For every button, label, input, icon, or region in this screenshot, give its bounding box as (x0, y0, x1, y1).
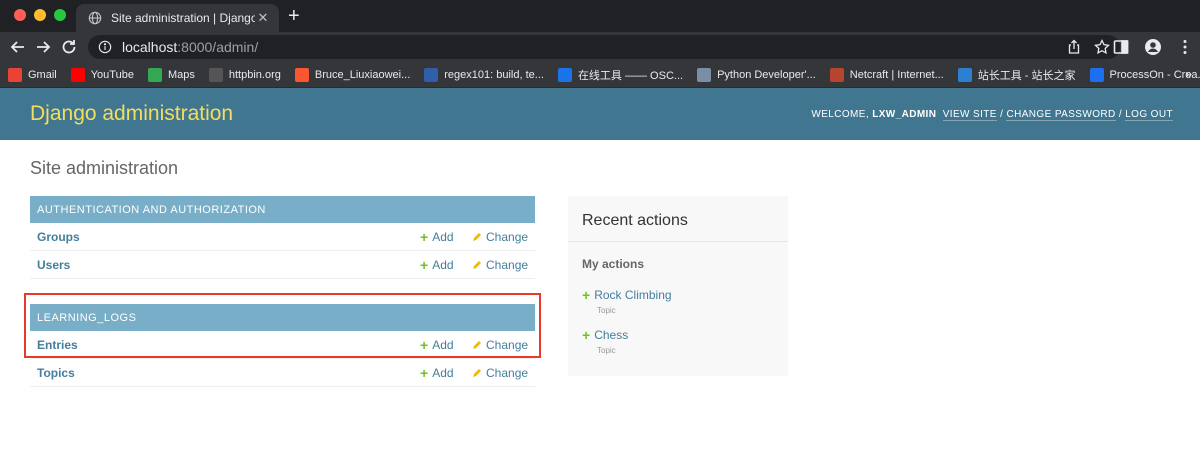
processon-icon (1089, 67, 1104, 82)
model-link[interactable]: Topics (37, 366, 75, 380)
pencil-icon (473, 232, 481, 241)
bookmark-label: Bruce_Liuxiaowei... (314, 68, 411, 81)
bookmark-item[interactable]: ProcessOn - Crea... (1089, 67, 1200, 82)
bookmark-label: httpbin.org (228, 68, 281, 81)
page-title: Site administration (30, 158, 179, 178)
my-actions-heading: My actions (582, 257, 645, 271)
add-link[interactable]: + Add (420, 365, 454, 381)
model-row-users: Users + Add Change (30, 251, 535, 279)
side-panel-icon[interactable] (1112, 38, 1130, 56)
bookmark-label: Netcraft | Internet... (849, 68, 944, 81)
view-site-link[interactable]: VIEW SITE (942, 108, 997, 121)
browser-toolbar: localhost:8000/admin/ (0, 32, 1200, 62)
pencil-icon (473, 260, 481, 269)
bookmark-label: 在线工具 —— OSC... (577, 69, 684, 82)
close-window-button[interactable] (14, 9, 26, 21)
chinaz-icon (957, 67, 972, 82)
pencil-icon (473, 368, 481, 377)
model-link[interactable]: Users (37, 258, 70, 272)
change-link[interactable]: Change (472, 230, 528, 244)
highlight-box (24, 293, 541, 358)
plus-icon: + (420, 364, 429, 381)
recent-action-type: Topic (597, 306, 616, 315)
bookmark-item[interactable]: 站长工具 - 站长之家 (957, 67, 1076, 83)
recent-action-link[interactable]: Chess (594, 328, 628, 342)
bookmark-item[interactable]: Maps (147, 67, 195, 82)
tab-title: Site administration | Django site admin (111, 11, 255, 25)
plus-icon: + (420, 228, 429, 245)
browser-menu-icon[interactable] (1176, 38, 1194, 56)
browser-tab-bar: Site administration | Django site admin … (0, 0, 1200, 32)
bookmark-label: YouTube (90, 68, 134, 81)
reload-icon[interactable] (59, 37, 79, 57)
new-tab-button[interactable]: + (288, 6, 300, 26)
add-link[interactable]: + Add (420, 229, 454, 245)
change-link[interactable]: Change (472, 366, 528, 380)
bookmark-item[interactable]: Bruce_Liuxiaowei... (294, 67, 411, 82)
plus-icon: + (420, 256, 429, 273)
window-controls (14, 9, 66, 21)
bookmark-label: Python Developer'... (717, 68, 816, 81)
log-out-link[interactable]: LOG OUT (1125, 108, 1173, 121)
bookmark-item[interactable]: httpbin.org (208, 67, 281, 82)
netcraft-icon (829, 67, 844, 82)
recent-action-item: + Rock Climbing Topic (568, 281, 788, 321)
regex101-icon (424, 67, 439, 82)
bookmark-label: Gmail (28, 68, 57, 81)
username: LXW_ADMIN (872, 108, 937, 120)
bookmarks-bar: Gmail YouTube Maps httpbin.org Bruce_Liuxiao… (0, 62, 1200, 88)
bookmark-label: regex101: build, te... (444, 68, 544, 81)
model-link[interactable]: Groups (37, 230, 80, 244)
maximize-window-button[interactable] (54, 9, 66, 21)
app-module-auth: AUTHENTICATION AND AUTHORIZATION Groups … (30, 196, 535, 279)
address-bar[interactable]: localhost:8000/admin/ (88, 35, 1120, 59)
bookmark-item[interactable]: Python Developer'... (697, 67, 816, 82)
welcome-text: WELCOME, (811, 108, 873, 120)
browser-tab[interactable]: Site administration | Django site admin … (76, 4, 279, 32)
globe-icon (88, 11, 102, 25)
close-tab-icon[interactable]: ✕ (255, 10, 271, 26)
python-docs-icon (697, 67, 712, 82)
profile-avatar-icon[interactable] (1144, 38, 1162, 56)
model-row-groups: Groups + Add Change (30, 223, 535, 251)
bookmark-item[interactable]: regex101: build, te... (424, 67, 544, 82)
bookmark-item[interactable]: 在线工具 —— OSC... (557, 67, 684, 83)
change-password-link[interactable]: CHANGE PASSWORD (1006, 108, 1116, 121)
site-info-icon[interactable] (98, 40, 112, 54)
bookmark-item[interactable]: YouTube (70, 67, 134, 82)
recent-actions-panel: Recent actions My actions + Rock Climbin… (568, 196, 788, 376)
site-brand[interactable]: Django administration (30, 102, 233, 126)
recent-action-link[interactable]: Rock Climbing (594, 288, 671, 302)
bookmark-star-icon[interactable] (1094, 39, 1110, 55)
bookmark-label: Maps (167, 68, 195, 81)
change-link[interactable]: Change (472, 258, 528, 272)
app-caption[interactable]: AUTHENTICATION AND AUTHORIZATION (30, 196, 535, 223)
recent-action-type: Topic (597, 346, 616, 355)
addition-icon: + (582, 327, 591, 343)
oschina-icon (557, 67, 572, 82)
bookmark-item[interactable]: Netcraft | Internet... (829, 67, 944, 82)
recent-action-item: + Chess Topic (568, 321, 788, 361)
user-tools: WELCOME, LXW_ADMIN VIEW SITE / CHANGE PA… (811, 108, 1173, 121)
youtube-icon (70, 67, 85, 82)
csdn-icon (294, 67, 309, 82)
bookmark-item[interactable]: Gmail (8, 67, 57, 82)
bookmark-label: 站长工具 - 站长之家 (977, 69, 1076, 82)
model-row-topics: Topics + Add Change (30, 359, 535, 387)
minimize-window-button[interactable] (34, 9, 46, 21)
recent-actions-title: Recent actions (568, 196, 788, 242)
add-link[interactable]: + Add (420, 257, 454, 273)
httpbin-icon (208, 67, 223, 82)
url-text: localhost:8000/admin/ (122, 39, 259, 55)
maps-icon (147, 67, 162, 82)
share-icon[interactable] (1066, 39, 1082, 55)
gmail-icon (8, 67, 22, 82)
addition-icon: + (582, 287, 591, 303)
forward-arrow-icon[interactable] (33, 37, 53, 57)
more-bookmarks-icon[interactable]: » (1185, 67, 1192, 81)
admin-header: Django administration WELCOME, LXW_ADMIN… (0, 88, 1200, 140)
back-arrow-icon[interactable] (8, 37, 28, 57)
